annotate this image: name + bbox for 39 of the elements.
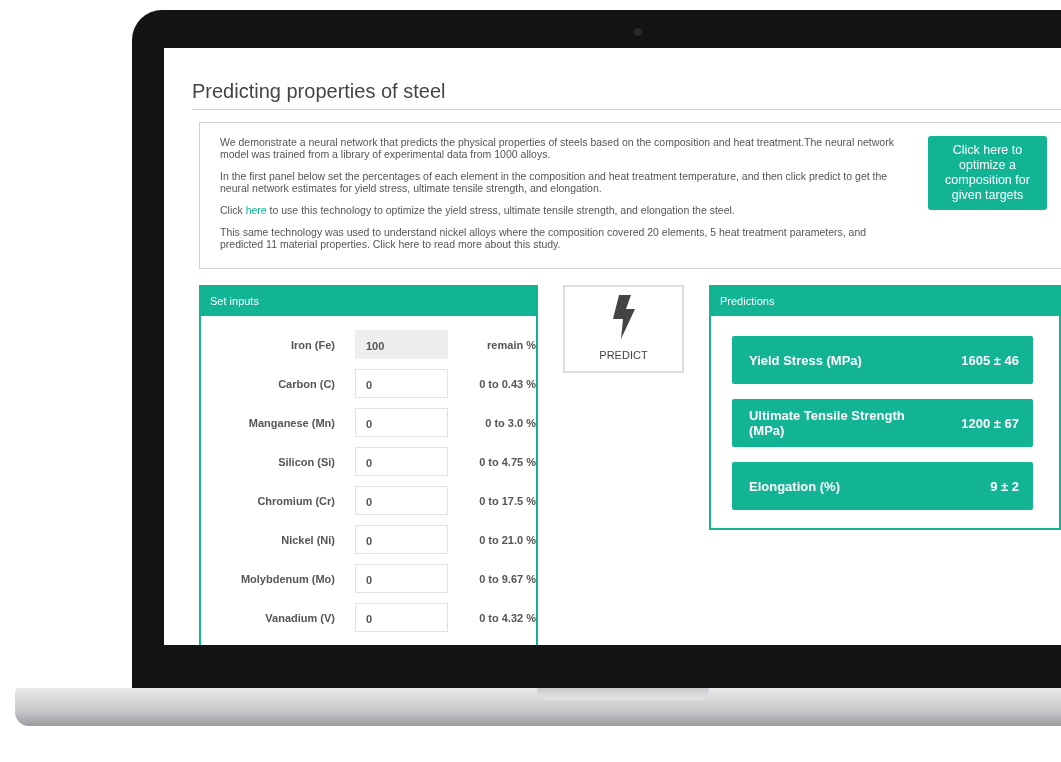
intro-paragraph: Click here to use this technology to optimize the yield stress, ultimate tensile strength, and elongation the steel. [220, 204, 736, 216]
intro-paragraph: This same technology was used to understand nickel alloys where the composition covered 20 elements, 5 heat treatment parameters, and predicted 11 material properties. Click here to read more about this study. [220, 226, 868, 250]
intro-paragraph: We demonstrate a neural network that predicts the physical properties of steels based on the composition and heat treatment.The neural network model was trained from a library of experimental data from 1000 alloys. [220, 136, 895, 160]
value-field[interactable]: 0 [355, 486, 448, 515]
panel-header: Predictions [710, 285, 1059, 316]
prediction-value: 1200 ± 67 [961, 415, 1019, 431]
element-label: Carbon (C) [277, 377, 335, 390]
range-text: 0 to 4.32 % [478, 611, 536, 624]
predict-button[interactable]: PREDICT [563, 285, 684, 373]
prediction-value: 9 ± 2 [990, 478, 1019, 494]
element-label: Iron (Fe) [290, 338, 335, 351]
range-text: 0 to 17.5 % [478, 494, 536, 507]
element-label: Nickel (Ni) [280, 533, 335, 546]
value-field[interactable]: 0 [355, 603, 448, 632]
value-field[interactable]: 0 [355, 447, 448, 476]
lightning-icon [611, 295, 636, 339]
value-field[interactable]: 0 [355, 408, 448, 437]
prediction-label: Yield Stress (MPa) [748, 352, 863, 368]
value-field[interactable]: 0 [355, 525, 448, 554]
range-text: remain % [486, 338, 536, 351]
range-text: 0 to 9.67 % [478, 572, 536, 585]
range-text: 0 to 4.75 % [478, 455, 536, 468]
page-title: Predicting properties of steel [192, 48, 1061, 110]
intro-paragraph: In the first panel below set the percentages of each element in the composition and heat treatment temperature, and then click predict to get the neural network estimates for yield stress, ultimate tensile strength, and elongation. [220, 170, 889, 194]
element-label: Vanadium (V) [264, 611, 335, 624]
prediction-value: 1605 ± 46 [961, 352, 1019, 368]
element-label: Silicon (Si) [277, 455, 335, 468]
value-field[interactable]: 0 [355, 564, 448, 593]
prediction-label: Ultimate Tensile Strength (MPa) [748, 408, 906, 438]
range-text: 0 to 3.0 % [484, 416, 536, 429]
range-text: 0 to 0.43 % [478, 377, 536, 390]
element-label: Manganese (Mn) [247, 416, 335, 429]
panel-header: Set inputs [201, 285, 536, 316]
value-field[interactable]: 0 [355, 369, 448, 398]
range-text: 0 to 21.0 % [478, 533, 536, 546]
element-label: Molybdenum (Mo) [239, 572, 335, 585]
element-label: Chromium (Cr) [256, 494, 335, 507]
value-field: 100 [355, 330, 448, 359]
prediction-label: Elongation (%) [748, 478, 841, 494]
